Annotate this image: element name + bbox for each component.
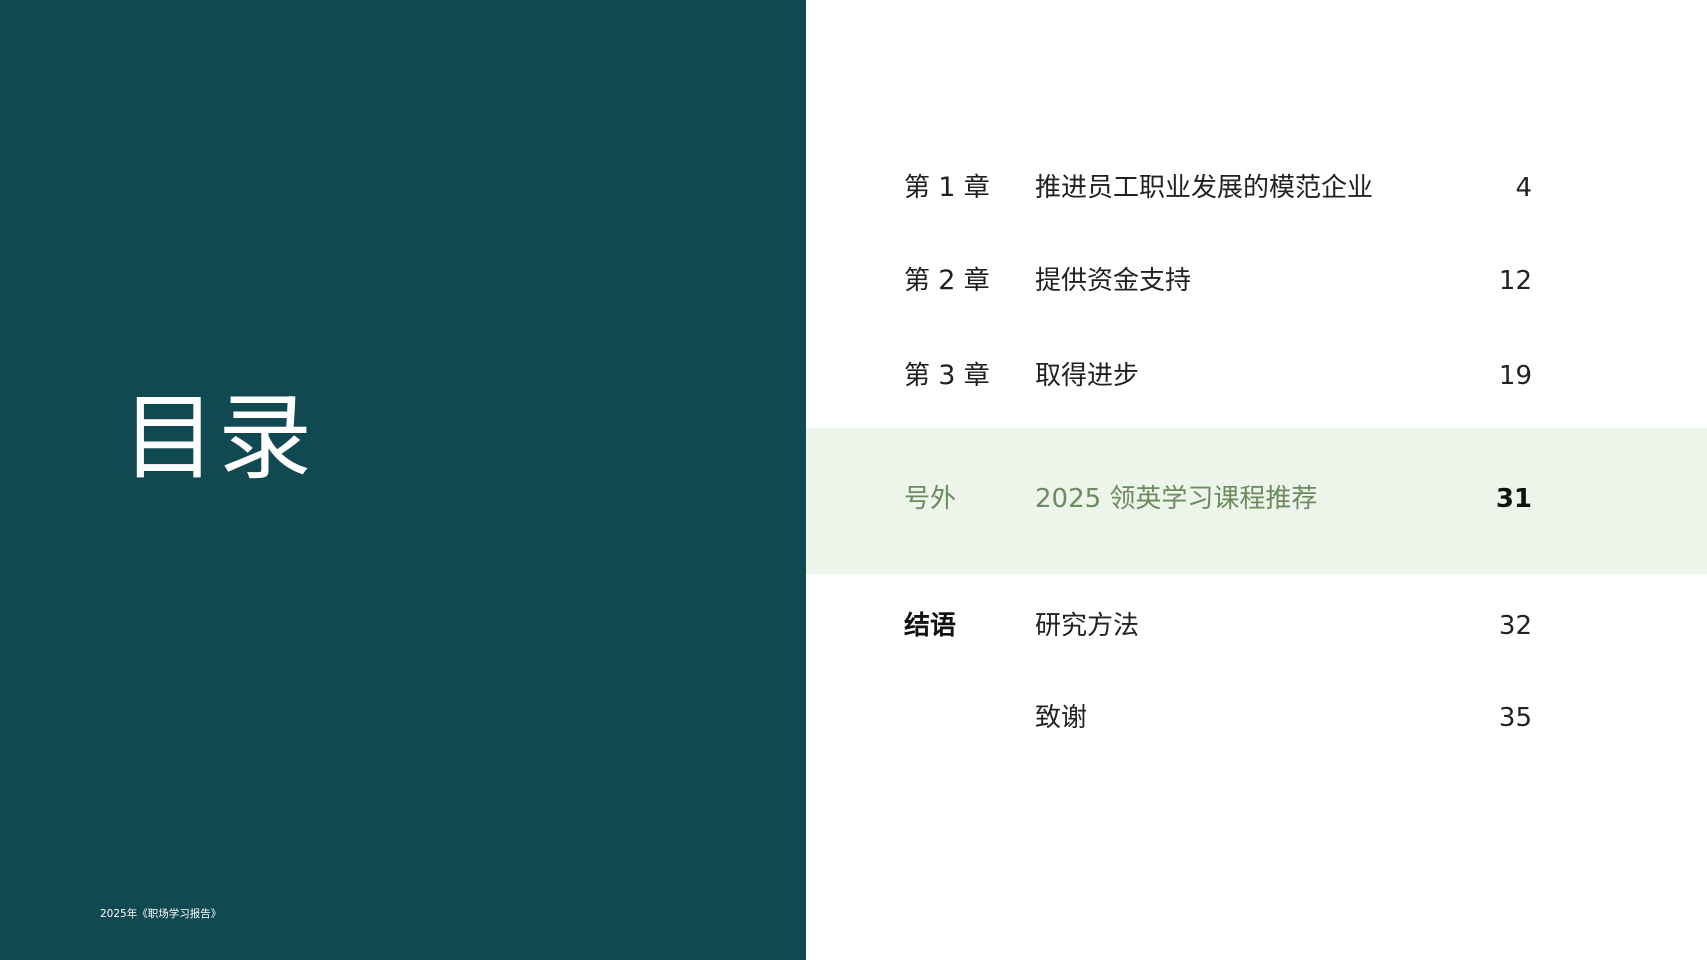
toc-entry-chapter-2[interactable]: 第 2 章 提供资金支持 12 (806, 257, 1707, 305)
page-number: 12 (1498, 266, 1532, 296)
page-number: 19 (1498, 361, 1532, 391)
entry-title: 2025 领英学习课程推荐 (1035, 484, 1318, 514)
entry-title: 提供资金支持 (1035, 266, 1192, 296)
toc-entry-acknowledgements[interactable]: 致谢 35 (806, 694, 1707, 742)
toc-entry-extra[interactable]: 号外 2025 领英学习课程推荐 31 (806, 475, 1707, 523)
chapter-label: 第 1 章 (904, 172, 990, 203)
page-number: 32 (1498, 611, 1532, 641)
toc-entry-chapter-1[interactable]: 第 1 章 推进员工职业发展的模范企业 4 (806, 164, 1707, 212)
toc-entry-methodology[interactable]: 结语 研究方法 32 (806, 602, 1707, 650)
cover-panel: 目录 2025年《职场学习报告》 (0, 0, 806, 960)
chapter-label: 第 3 章 (904, 360, 990, 391)
section-label: 号外 (904, 484, 957, 514)
chapter-label: 第 2 章 (904, 265, 990, 296)
report-footer: 2025年《职场学习报告》 (100, 908, 222, 920)
page-title: 目录 (122, 384, 315, 493)
entry-title: 推进员工职业发展的模范企业 (1035, 173, 1374, 203)
page-number: 31 (1495, 484, 1532, 514)
section-label: 结语 (904, 611, 957, 641)
page-number: 4 (1515, 173, 1532, 203)
entry-title: 研究方法 (1035, 611, 1140, 641)
entry-title: 取得进步 (1035, 361, 1140, 391)
toc-entry-chapter-3[interactable]: 第 3 章 取得进步 19 (806, 352, 1707, 400)
page-number: 35 (1498, 703, 1532, 733)
entry-title: 致谢 (1035, 703, 1088, 733)
